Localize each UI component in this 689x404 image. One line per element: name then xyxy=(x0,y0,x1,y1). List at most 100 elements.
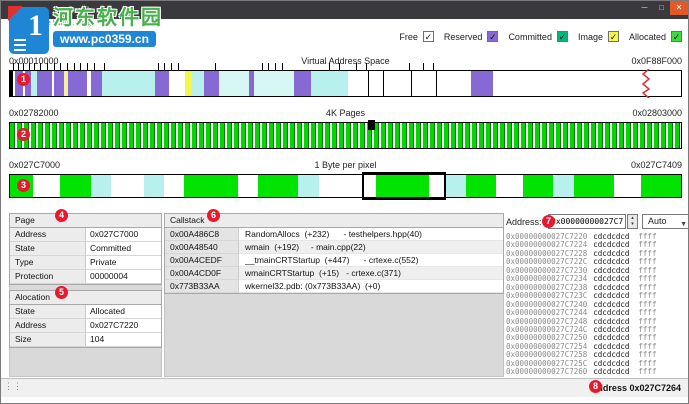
memory-segment[interactable] xyxy=(144,175,165,197)
allocation-tick xyxy=(53,63,55,70)
memory-segment[interactable] xyxy=(347,71,369,96)
memory-segment[interactable] xyxy=(184,175,239,197)
bytes-bar[interactable] xyxy=(9,172,682,200)
memory-segment[interactable] xyxy=(184,71,192,96)
memory-segment[interactable] xyxy=(168,71,185,96)
annotation-badge-5: 5 xyxy=(55,286,68,299)
memory-segment[interactable] xyxy=(33,175,61,197)
legend-label: Reserved xyxy=(443,31,483,42)
current-page-marker[interactable] xyxy=(368,120,376,130)
callstack-row[interactable]: 0x773B33AA wkernel32.pdb: (0x773B33AA) (+… xyxy=(165,280,503,293)
legend-label: Committed xyxy=(508,31,552,42)
allocation-tick xyxy=(281,63,283,70)
hex-ascii: ffff xyxy=(638,367,657,377)
callstack-table: Callstack 0x00A486C8 RandomAllocs (+232) … xyxy=(164,213,504,294)
close-icon[interactable]: ✕ xyxy=(670,1,688,15)
callstack-row[interactable]: 0x00A48540 wmain (+192) - main.cpp(22) xyxy=(165,241,503,254)
memory-segment[interactable] xyxy=(523,175,554,197)
row-label: Address xyxy=(10,319,86,332)
row-value: 104 xyxy=(86,333,161,346)
allocation-tick xyxy=(275,63,277,70)
memory-segment[interactable] xyxy=(466,175,497,197)
annotation-badge-2: 2 xyxy=(17,128,30,141)
row-label: State xyxy=(10,242,86,255)
allocation-selection-box[interactable] xyxy=(362,172,447,200)
memory-segment[interactable] xyxy=(164,175,185,197)
watermark-site-url: www.pc0359.cn xyxy=(53,31,156,47)
watermark: 1 河东软件园 www.pc0359.cn xyxy=(8,6,163,54)
table-row[interactable]: Address 0x027C7220 xyxy=(10,319,161,333)
memory-segment[interactable] xyxy=(258,175,299,197)
memory-segment[interactable] xyxy=(203,71,219,96)
memory-segment[interactable] xyxy=(369,71,383,96)
table-row[interactable]: Protection 00000004 xyxy=(10,270,161,284)
status-address-text: Address 0x027C7264 xyxy=(590,383,681,393)
memory-segment[interactable] xyxy=(311,71,348,96)
memory-segment[interactable] xyxy=(101,71,156,96)
allocation-ticks xyxy=(10,63,681,70)
memory-segment[interactable] xyxy=(298,175,319,197)
memory-segment[interactable] xyxy=(437,71,471,96)
memory-segment[interactable] xyxy=(254,71,295,96)
legend-checkbox-allocated[interactable]: ✓ xyxy=(671,31,682,42)
row-value: 0x027C7220 xyxy=(86,319,161,332)
allocation-tick xyxy=(409,63,411,70)
table-row[interactable]: State Allocated xyxy=(10,305,161,319)
legend-checkbox-image[interactable]: ✓ xyxy=(607,31,619,42)
spinner-down-icon[interactable]: ▾ xyxy=(628,221,637,227)
callstack-row[interactable]: 0x00A4CD0F wmainCRTStartup (+15) - crtexe… xyxy=(165,267,503,280)
memory-segment[interactable] xyxy=(492,71,681,96)
allocation-tick xyxy=(214,63,216,70)
address-input[interactable] xyxy=(548,214,626,229)
table-row[interactable]: Address 0x027C7000 xyxy=(10,228,161,242)
memory-segment[interactable] xyxy=(191,71,204,96)
table-row[interactable]: Size 104 xyxy=(10,333,161,347)
address-spinner[interactable]: ▴ ▾ xyxy=(627,214,638,229)
hex-address: 0x00000000027C7260 xyxy=(506,367,588,377)
memory-segment[interactable] xyxy=(68,71,88,96)
memory-segment[interactable] xyxy=(384,71,411,96)
memory-segment[interactable] xyxy=(218,71,249,96)
minimize-icon[interactable]: ─ xyxy=(636,1,653,15)
hex-dump[interactable]: 0x00000000027C7220 cdcdcdcd ffff 0x00000000… xyxy=(506,233,688,377)
memory-segment[interactable] xyxy=(640,175,681,197)
memory-segment[interactable] xyxy=(412,71,436,96)
memory-segment[interactable] xyxy=(294,71,312,96)
mode-dropdown[interactable]: Auto ▼ xyxy=(642,214,688,229)
memory-segment[interactable] xyxy=(110,175,145,197)
maximize-icon[interactable]: □ xyxy=(653,1,670,15)
window-controls: ─ □ ✕ xyxy=(636,1,688,15)
allocation-tick xyxy=(67,63,69,70)
row-label: Protection xyxy=(10,270,86,283)
memory-segment[interactable] xyxy=(238,175,259,197)
status-bar: ⋮⋮ Address 0x027C7264 xyxy=(1,378,688,397)
table-row[interactable]: State Committed xyxy=(10,242,161,256)
memory-segment[interactable] xyxy=(496,175,524,197)
pages-bar[interactable] xyxy=(9,120,682,149)
memory-segment[interactable] xyxy=(155,71,169,96)
allocation-tick xyxy=(171,63,173,70)
memory-segment[interactable] xyxy=(91,71,102,96)
memory-segment[interactable] xyxy=(90,175,111,197)
memory-segment[interactable] xyxy=(54,71,64,96)
memory-segment[interactable] xyxy=(60,175,91,197)
memory-segment[interactable] xyxy=(446,175,467,197)
legend-checkbox-reserved[interactable]: ✓ xyxy=(487,31,499,42)
memory-segment[interactable] xyxy=(470,71,493,96)
memory-segment[interactable] xyxy=(36,71,52,96)
hex-value: cdcdcdcd xyxy=(593,257,630,267)
virtual-address-space-bar[interactable] xyxy=(9,63,682,98)
annotation-badge-3: 3 xyxy=(17,179,30,192)
memory-segment[interactable] xyxy=(573,175,614,197)
row-value: 00000004 xyxy=(86,270,161,283)
legend-bar: Free ✓ Reserved ✓ Committed ✓ Image ✓ Allocated ✓ xyxy=(389,29,682,44)
memory-segment[interactable] xyxy=(553,175,574,197)
table-row[interactable]: Type Private xyxy=(10,256,161,270)
legend-checkbox-committed[interactable]: ✓ xyxy=(556,31,568,42)
legend-checkbox-free[interactable]: ✓ xyxy=(422,31,434,42)
callstack-row[interactable]: 0x00A486C8 RandomAllocs (+232) - testhelp… xyxy=(165,228,503,241)
hex-row[interactable]: 0x00000000027C7260 cdcdcdcd ffff xyxy=(506,368,688,376)
memory-segment[interactable] xyxy=(318,175,363,197)
memory-segment[interactable] xyxy=(613,175,641,197)
callstack-row[interactable]: 0x00A4CEDF __tmainCRTStartup (+447) - crt… xyxy=(165,254,503,267)
